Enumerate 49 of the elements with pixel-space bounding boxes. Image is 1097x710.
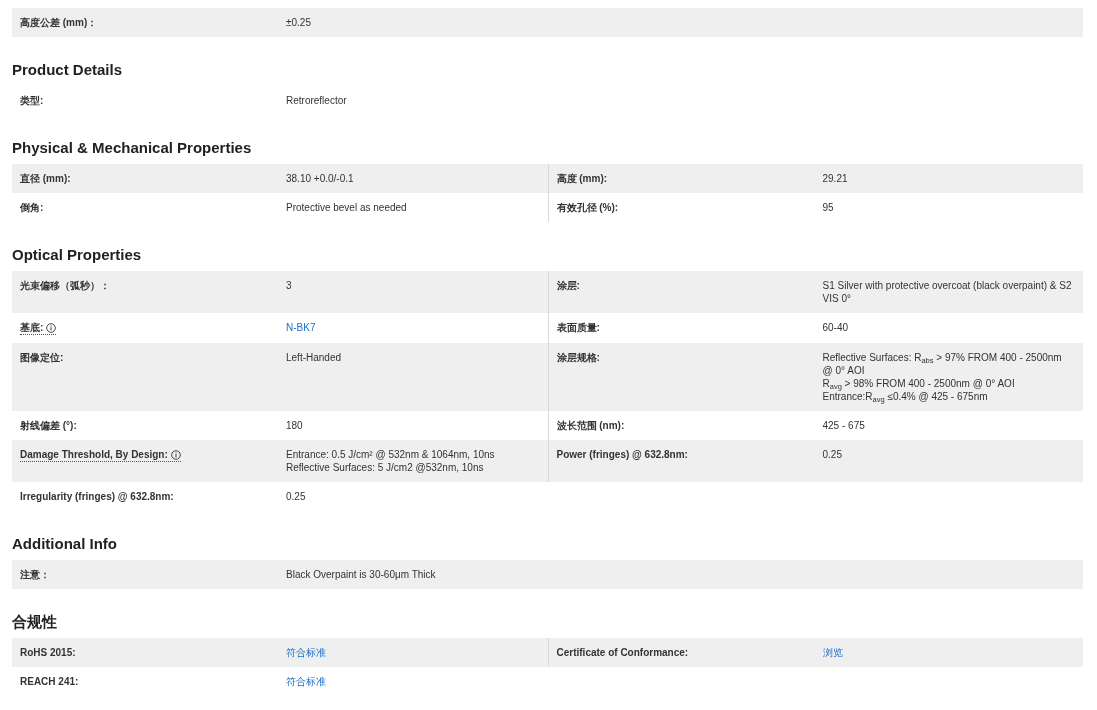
spec-label: RoHS 2015: — [20, 646, 76, 659]
spec-value: 0.25 — [286, 490, 307, 503]
spec-label: Power (fringes) @ 632.8nm: — [556, 448, 688, 462]
spec-link[interactable]: 浏览 — [822, 646, 843, 659]
spec-value: S1 Silver with protective overcoat (black overpaint) & S2 VIS 0° — [822, 279, 1073, 305]
spec-value: Retroreflector — [286, 94, 348, 107]
spec-value: 29.21 — [822, 172, 849, 185]
spec-label: 光束偏移（弧秒）： — [20, 279, 110, 293]
spec-label: Irregularity (fringes) @ 632.8nm: — [20, 490, 174, 503]
spec-label: 表面质量: — [556, 321, 600, 335]
spec-value: Protective bevel as needed — [286, 201, 408, 214]
spec-label: 类型: — [20, 94, 44, 107]
info-icon — [46, 322, 57, 333]
spec-label: 高度 (mm): — [556, 172, 608, 185]
spec-value: 425 - 675 — [822, 419, 866, 432]
section-heading: 合规性 — [12, 613, 58, 631]
spec-label: 涂层规格: — [556, 351, 600, 365]
spec-value: 38.10 +0.0/-0.1 — [286, 172, 355, 185]
spec-value: ±0.25 — [286, 16, 312, 29]
spec-link[interactable]: 符合标准 — [286, 675, 326, 688]
spec-label: REACH 241: — [20, 675, 79, 688]
spec-value: 3 — [286, 279, 293, 293]
spec-label: 有效孔径 (%): — [556, 201, 619, 214]
spec-value: 95 — [822, 201, 835, 214]
section-heading: Product Details — [12, 61, 124, 79]
spec-label: Certificate of Conformance: — [556, 646, 689, 659]
spec-link[interactable]: N-BK7 — [286, 321, 316, 335]
section-heading: Additional Info — [12, 535, 118, 553]
section-heading: Physical & Mechanical Properties — [12, 139, 253, 157]
spec-value: 60-40 — [822, 321, 850, 335]
spec-label: 波长范围 (nm): — [556, 419, 625, 432]
tooltip-label[interactable]: Damage Threshold, By Design: — [20, 448, 181, 462]
spec-value: 0.25 — [822, 448, 843, 462]
spec-label: 高度公差 (mm)： — [20, 16, 98, 29]
tooltip-label[interactable]: 基底: — [20, 321, 57, 335]
spec-label: 图像定位: — [20, 351, 64, 365]
spec-label: 注意： — [20, 568, 50, 581]
spec-label: 射线偏差 (°): — [20, 419, 77, 432]
spec-label: 涂层: — [556, 279, 580, 293]
info-icon — [170, 449, 181, 460]
spec-value: Reflective Surfaces: R$_{abs}$ > 97% FROM 400 - 2500nm @ 0° AOI R$_{avg}$ > 98% FROM 400 - 2500nm @ 0° AOI Entrance:R$_{avg}$ ≤0.4% @ 425 - 675nm — [822, 351, 1063, 403]
spec-value: Entrance: 0.5 J/cm² @ 532nm & 1064nm, 10ns Reflective Surfaces: 5 J/cm2 @532nm, 10ns — [286, 448, 496, 474]
spec-label: 倒角: — [20, 201, 44, 214]
spec-value: Black Overpaint is 30-60μm Thick — [286, 568, 437, 581]
spec-label: 直径 (mm): — [20, 172, 71, 185]
section-heading: Optical Properties — [12, 246, 143, 264]
spec-link[interactable]: 符合标准 — [286, 646, 326, 659]
spec-value: 180 — [286, 419, 304, 432]
spec-value: Left-Handed — [286, 351, 343, 365]
